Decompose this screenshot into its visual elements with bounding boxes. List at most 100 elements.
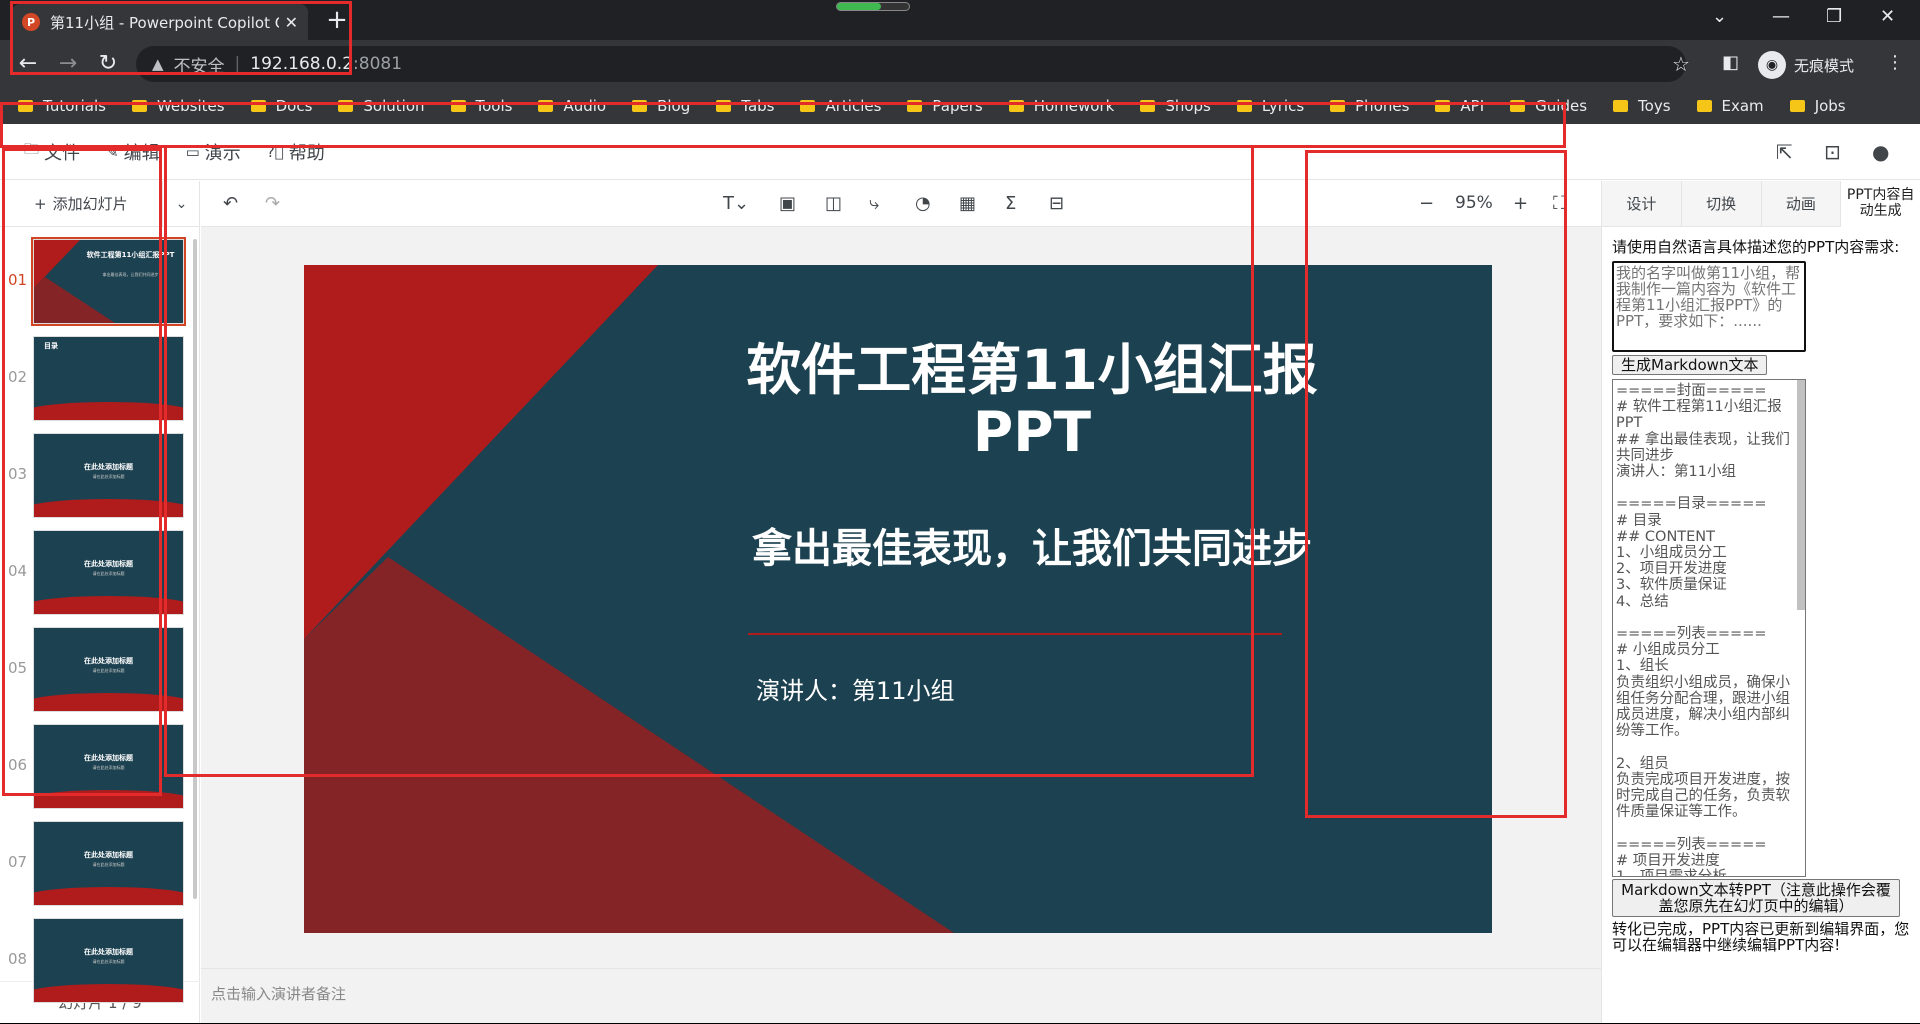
slide-main[interactable]: 软件工程第11小组汇报PPT 拿出最佳表现，让我们共同进步 演讲人：第11小组 xyxy=(304,265,1492,933)
markdown-to-ppt-button[interactable]: Markdown文本转PPT（注意此操作会覆盖您原先在幻灯页中的编辑） xyxy=(1612,879,1900,917)
slide-thumbnails-panel: + 添加幻灯片 ⌄ 幻灯片 1 / 9 01 软件工程第11小组汇报PPT 拿出最佳表… xyxy=(0,181,200,1023)
bookmark-label: Phones xyxy=(1355,97,1410,115)
slide-thumbnail[interactable]: 05 在此处添加标题 请在此处添加标题 xyxy=(0,621,200,717)
browser-tab[interactable]: P 第11小组 - Powerpoint Copilot O ✕ xyxy=(12,4,308,40)
bookmark-item[interactable]: Homework xyxy=(1008,97,1114,115)
bookmark-label: Tabs xyxy=(741,97,775,115)
new-tab-button[interactable]: + xyxy=(322,6,352,36)
chart-icon[interactable]: ◔ xyxy=(915,193,931,214)
zoom-level[interactable]: 95% xyxy=(1455,193,1493,213)
github-icon[interactable]: ● xyxy=(1872,140,1889,164)
slide-speaker[interactable]: 演讲人：第11小组 xyxy=(756,671,955,706)
bookmark-item[interactable]: Tutorials xyxy=(18,97,106,115)
incognito-indicator[interactable]: ◉ 无痕模式 xyxy=(1758,50,1854,80)
address-bar[interactable]: ▲ 不安全 | 192.168.0.2:8081 xyxy=(136,46,1686,82)
menu-help-label: 帮助 xyxy=(288,142,325,164)
bookmark-item[interactable]: Exam xyxy=(1696,97,1764,115)
slide-thumbnail[interactable]: 06 在此处添加标题 请在此处添加标题 xyxy=(0,718,200,814)
menu-present[interactable]: ▭ 演示 xyxy=(186,139,241,165)
slide-thumbnail[interactable]: 08 在此处添加标题 请在此处添加标题 xyxy=(0,912,200,1008)
zoom-out-icon[interactable]: − xyxy=(1419,193,1434,214)
tab-transition[interactable]: 切换 xyxy=(1681,181,1762,227)
thumbnail-number: 05 xyxy=(8,659,28,677)
warning-icon: ▲ xyxy=(152,55,164,73)
menu-file[interactable]: 🗀 文件 xyxy=(24,139,80,165)
slide-title[interactable]: 软件工程第11小组汇报PPT xyxy=(742,339,1322,463)
app-menubar: 🗀 文件 ✎ 编辑 ▭ 演示 ?⃞ 帮助 ⇱ ⊡ ● xyxy=(0,124,1920,180)
bookmark-item[interactable]: Phones xyxy=(1330,97,1409,115)
formula-icon[interactable]: Σ xyxy=(1005,193,1016,214)
tab-close-icon[interactable]: ✕ xyxy=(285,13,298,32)
slide-thumbnail[interactable]: 07 在此处添加标题 请在此处添加标题 xyxy=(0,815,200,911)
address-port: :8081 xyxy=(353,54,403,74)
canvas-toolbar: ↶ ↷ T⌄ ▣ ◫ ⤷ ◔ ▦ Σ ⊟ − 95% + ⛶ xyxy=(201,181,1601,227)
shape-icon[interactable]: ◫ xyxy=(825,193,842,214)
side-panel-icon[interactable]: ◧ xyxy=(1722,52,1739,73)
slide-thumbnail[interactable]: 01 软件工程第11小组汇报PPT 拿出最佳表现，让我们共同进步 xyxy=(0,233,200,329)
folder-icon xyxy=(1789,100,1805,112)
bookmark-item[interactable]: API xyxy=(1435,97,1484,115)
bookmark-item[interactable]: Audio xyxy=(538,97,606,115)
bookmark-item[interactable]: Shops xyxy=(1140,97,1211,115)
bookmark-item[interactable]: Tabs xyxy=(716,97,774,115)
bookmark-label: Audio xyxy=(563,97,607,115)
help-icon: ?⃞ xyxy=(266,142,284,161)
bookmark-item[interactable]: Toys xyxy=(1613,97,1671,115)
bookmark-item[interactable]: Guides xyxy=(1510,97,1587,115)
prompt-label: 请使用自然语言具体描述您的PPT内容需求: xyxy=(1612,238,1900,256)
fullscreen-icon[interactable]: ⛶ xyxy=(1553,193,1566,214)
address-host: 192.168.0.2 xyxy=(250,54,354,74)
add-slide-dropdown-icon[interactable]: ⌄ xyxy=(162,181,200,227)
table-icon[interactable]: ▦ xyxy=(959,193,976,214)
minimize-icon[interactable]: — xyxy=(1772,6,1790,27)
reload-icon[interactable]: ↻ xyxy=(92,48,124,80)
folder-icon xyxy=(1510,100,1526,112)
folder-icon xyxy=(1613,100,1629,112)
slideshow-icon[interactable]: ⊡ xyxy=(1824,140,1841,164)
slide-thumbnail[interactable]: 04 在此处添加标题 请在此处添加标题 xyxy=(0,524,200,620)
menu-help[interactable]: ?⃞ 帮助 xyxy=(267,139,325,165)
window-close-icon[interactable]: ✕ xyxy=(1880,6,1895,27)
tab-auto-generate[interactable]: PPT内容自动生成 xyxy=(1841,181,1920,227)
slide-thumbnail[interactable]: 03 在此处添加标题 请在此处添加标题 xyxy=(0,427,200,523)
thumbnail-wave xyxy=(34,790,183,808)
zoom-in-icon[interactable]: + xyxy=(1513,193,1528,214)
bookmark-item[interactable]: Tools xyxy=(450,97,512,115)
slide-subtitle[interactable]: 拿出最佳表现，让我们共同进步 xyxy=(742,516,1322,574)
text-icon[interactable]: T⌄ xyxy=(723,193,749,214)
speaker-notes[interactable]: 点击输入演讲者备注 xyxy=(201,969,1601,1024)
redo-icon[interactable]: ↷ xyxy=(265,193,280,214)
undo-icon[interactable]: ↶ xyxy=(223,193,238,214)
prompt-input[interactable] xyxy=(1612,261,1806,352)
bookmark-item[interactable]: Articles xyxy=(800,97,881,115)
tab-animation[interactable]: 动画 xyxy=(1761,181,1842,227)
bookmark-item[interactable]: Blog xyxy=(632,97,690,115)
thumbnail-image: 在此处添加标题 请在此处添加标题 xyxy=(33,724,184,809)
forward-icon[interactable]: → xyxy=(52,48,84,80)
markdown-output[interactable]: =====封面===== # 软件工程第11小组汇报PPT ## 拿出最佳表现，… xyxy=(1612,379,1806,877)
export-icon[interactable]: ⇱ xyxy=(1776,140,1793,164)
bookmark-item[interactable]: Jobs xyxy=(1789,97,1846,115)
slide-thumbnail[interactable]: 02 目录 xyxy=(0,330,200,426)
line-icon[interactable]: ⤷ xyxy=(869,193,879,214)
screen: P 第11小组 - Powerpoint Copilot O ✕ + ⌄ — ❐… xyxy=(0,0,1920,1023)
generate-markdown-button[interactable]: 生成Markdown文本 xyxy=(1612,355,1768,375)
incognito-icon: ◉ xyxy=(1758,51,1786,79)
bookmark-item[interactable]: Docs xyxy=(250,97,312,115)
bookmark-item[interactable]: Lyrics xyxy=(1236,97,1304,115)
bookmark-star-icon[interactable]: ☆ xyxy=(1672,52,1690,76)
back-icon[interactable]: ← xyxy=(12,48,44,80)
menu-edit[interactable]: ✎ 编辑 xyxy=(106,139,160,165)
restore-icon[interactable]: ❐ xyxy=(1826,6,1842,27)
bookmark-item[interactable]: Solution xyxy=(338,97,425,115)
bookmark-item[interactable]: Websites xyxy=(131,97,225,115)
bookmark-item[interactable]: Papers xyxy=(907,97,983,115)
bookmark-label: Blog xyxy=(657,97,691,115)
image-icon[interactable]: ▣ xyxy=(779,193,796,214)
browser-menu-icon[interactable]: ⋮ xyxy=(1886,52,1904,73)
add-slide-button[interactable]: + 添加幻灯片 xyxy=(34,193,128,214)
tab-design[interactable]: 设计 xyxy=(1602,181,1682,227)
tab-search-icon[interactable]: ⌄ xyxy=(1712,6,1727,27)
markdown-scrollbar[interactable] xyxy=(1797,380,1805,610)
media-icon[interactable]: ⊟ xyxy=(1049,193,1064,214)
